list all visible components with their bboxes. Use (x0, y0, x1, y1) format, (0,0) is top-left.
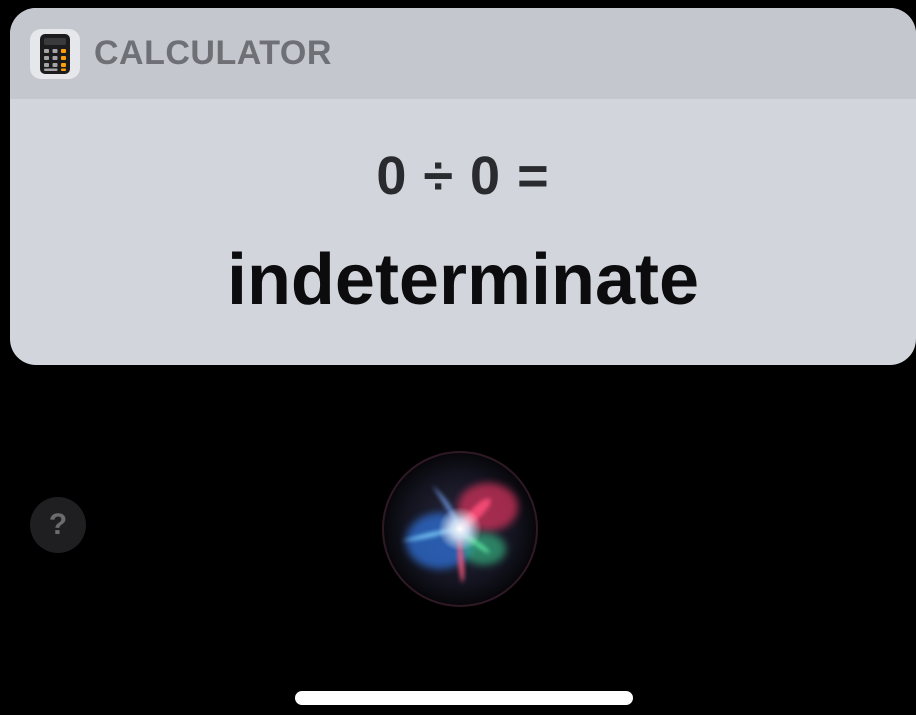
app-title: CALCULATOR (94, 34, 332, 72)
home-indicator[interactable] (295, 691, 633, 705)
help-button-label: ? (48, 508, 68, 541)
calculation-expression: 0 ÷ 0 = (376, 146, 550, 206)
card-header: CALCULATOR (10, 8, 916, 99)
calculator-icon (30, 28, 80, 79)
siri-screen: CALCULATOR 0 ÷ 0 = indeterminate ? (0, 0, 916, 715)
calculator-result-card[interactable]: CALCULATOR 0 ÷ 0 = indeterminate (10, 8, 916, 365)
siri-orb-icon[interactable] (380, 449, 540, 609)
card-body: 0 ÷ 0 = indeterminate (10, 99, 916, 365)
calculation-result: indeterminate (226, 240, 700, 320)
help-button[interactable]: ? (30, 497, 86, 553)
